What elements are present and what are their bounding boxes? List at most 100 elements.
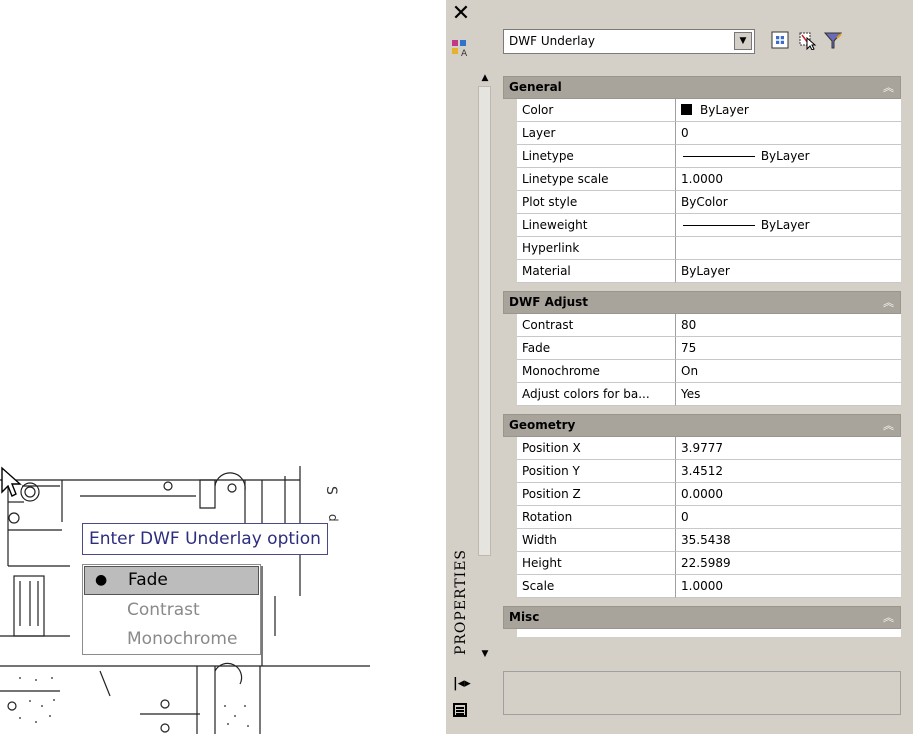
properties-palette: ✕ A PROPERTIES |◂▸ ▲ ▼ DWF Underlay ▼ Ge… [446, 0, 913, 734]
property-row[interactable]: Width 35.5438 [503, 529, 901, 552]
property-value[interactable] [676, 237, 901, 260]
property-row-partial [503, 629, 901, 637]
property-value[interactable]: 3.9777 [676, 437, 901, 460]
property-label: Plot style [517, 191, 676, 214]
category-header[interactable]: Misc ︽ [503, 606, 901, 629]
category-header[interactable]: Geometry ︽ [503, 414, 901, 437]
property-row[interactable]: Material ByLayer [503, 260, 901, 283]
scroll-down-arrow-icon[interactable]: ▼ [478, 648, 492, 660]
svg-text:A: A [461, 49, 468, 58]
property-label: Position Y [517, 460, 676, 483]
property-value[interactable]: Yes [676, 383, 901, 406]
property-label: Color [517, 99, 676, 122]
property-row[interactable]: Color ByLayer [503, 99, 901, 122]
property-value[interactable]: 0.0000 [676, 483, 901, 506]
property-value[interactable]: 1.0000 [676, 168, 901, 191]
property-row[interactable]: Scale 1.0000 [503, 575, 901, 598]
property-label: Scale [517, 575, 676, 598]
palette-titlebar[interactable]: ✕ A PROPERTIES |◂▸ [446, 0, 476, 734]
property-row[interactable]: Plot style ByColor [503, 191, 901, 214]
object-type-select[interactable]: DWF Underlay ▼ [503, 29, 755, 54]
property-label: Rotation [517, 506, 676, 529]
property-label: Material [517, 260, 676, 283]
close-icon[interactable]: ✕ [451, 2, 471, 26]
option-monochrome[interactable]: Monochrome [83, 625, 260, 654]
property-value[interactable]: 22.5989 [676, 552, 901, 575]
property-row[interactable]: Layer 0 [503, 122, 901, 145]
property-value[interactable]: 75 [676, 337, 901, 360]
property-row[interactable]: Monochrome On [503, 360, 901, 383]
property-label: Width [517, 529, 676, 552]
properties-settings-icon[interactable]: A [451, 38, 471, 58]
option-label: Contrast [127, 600, 200, 620]
auto-hide-icon[interactable]: |◂▸ [453, 676, 471, 691]
property-value[interactable]: 0 [676, 506, 901, 529]
property-row[interactable]: Adjust colors for ba... Yes [503, 383, 901, 406]
property-row[interactable]: Contrast 80 [503, 314, 901, 337]
property-row[interactable]: Position Z 0.0000 [503, 483, 901, 506]
property-label: Height [517, 552, 676, 575]
category-general: General ︽ Color ByLayer Layer 0 Linetype… [503, 76, 901, 283]
property-row[interactable]: Linetype scale 1.0000 [503, 168, 901, 191]
property-value[interactable]: 1.0000 [676, 575, 901, 598]
property-grid: General ︽ Color ByLayer Layer 0 Linetype… [503, 76, 901, 645]
property-row[interactable]: Position X 3.9777 [503, 437, 901, 460]
toggle-pickadd-button[interactable] [767, 27, 793, 53]
property-value[interactable]: 35.5438 [676, 529, 901, 552]
property-value[interactable]: ByLayer [676, 99, 901, 122]
property-label: Hyperlink [517, 237, 676, 260]
property-value[interactable]: 0 [676, 122, 901, 145]
property-label: Lineweight [517, 214, 676, 237]
category-title: Geometry [509, 418, 576, 432]
property-label: Contrast [517, 314, 676, 337]
category-title: DWF Adjust [509, 295, 588, 309]
property-value[interactable]: ByLayer [676, 145, 901, 168]
property-label: Layer [517, 122, 676, 145]
chevron-down-icon[interactable]: ▼ [734, 32, 752, 50]
quick-select-icon [823, 32, 843, 49]
property-row[interactable]: Hyperlink [503, 237, 901, 260]
category-misc: Misc ︽ [503, 606, 901, 637]
chevron-up-double-icon[interactable]: ︽ [883, 415, 894, 436]
scroll-thumb[interactable] [478, 86, 491, 556]
select-objects-button[interactable] [794, 27, 820, 53]
chevron-up-double-icon[interactable]: ︽ [883, 607, 894, 628]
option-fade[interactable]: ● Fade [84, 566, 259, 595]
scroll-up-arrow-icon[interactable]: ▲ [478, 72, 492, 84]
chevron-up-double-icon[interactable]: ︽ [883, 292, 894, 313]
category-title: General [509, 80, 562, 94]
property-label: Position Z [517, 483, 676, 506]
properties-menu-icon[interactable] [453, 703, 467, 717]
quick-select-button[interactable] [820, 27, 846, 53]
category-header[interactable]: General ︽ [503, 76, 901, 99]
property-row[interactable]: Fade 75 [503, 337, 901, 360]
property-value[interactable]: 3.4512 [676, 460, 901, 483]
category-header[interactable]: DWF Adjust ︽ [503, 291, 901, 314]
toggle-pickadd-icon [771, 31, 789, 49]
property-row[interactable]: Lineweight ByLayer [503, 214, 901, 237]
lineweight-preview [683, 225, 755, 226]
property-label: Adjust colors for ba... [517, 383, 676, 406]
property-label: Fade [517, 337, 676, 360]
vertical-scrollbar[interactable]: ▲ ▼ [478, 72, 492, 660]
property-value[interactable]: ByLayer [676, 214, 901, 237]
property-row[interactable]: Rotation 0 [503, 506, 901, 529]
property-row[interactable]: Linetype ByLayer [503, 145, 901, 168]
category-dwf-adjust: DWF Adjust ︽ Contrast 80 Fade 75 Monochr… [503, 291, 901, 406]
mouse-pointer-icon [1, 466, 22, 497]
dynamic-input-option-menu: ● Fade Contrast Monochrome [82, 564, 261, 655]
command-prompt-tooltip: Enter DWF Underlay option [82, 523, 328, 555]
property-value[interactable]: ByLayer [676, 260, 901, 283]
property-label: Linetype [517, 145, 676, 168]
select-objects-icon [799, 32, 817, 50]
property-row[interactable]: Height 22.5989 [503, 552, 901, 575]
property-value[interactable]: ByColor [676, 191, 901, 214]
category-geometry: Geometry ︽ Position X 3.9777 Position Y … [503, 414, 901, 598]
property-row[interactable]: Position Y 3.4512 [503, 460, 901, 483]
option-contrast[interactable]: Contrast [83, 596, 260, 625]
category-title: Misc [509, 610, 540, 624]
property-value[interactable]: On [676, 360, 901, 383]
chevron-up-double-icon[interactable]: ︽ [883, 77, 894, 98]
drawing-area[interactable]: S d Enter DWF Underlay option ● Fade Con… [0, 466, 370, 734]
property-value[interactable]: 80 [676, 314, 901, 337]
